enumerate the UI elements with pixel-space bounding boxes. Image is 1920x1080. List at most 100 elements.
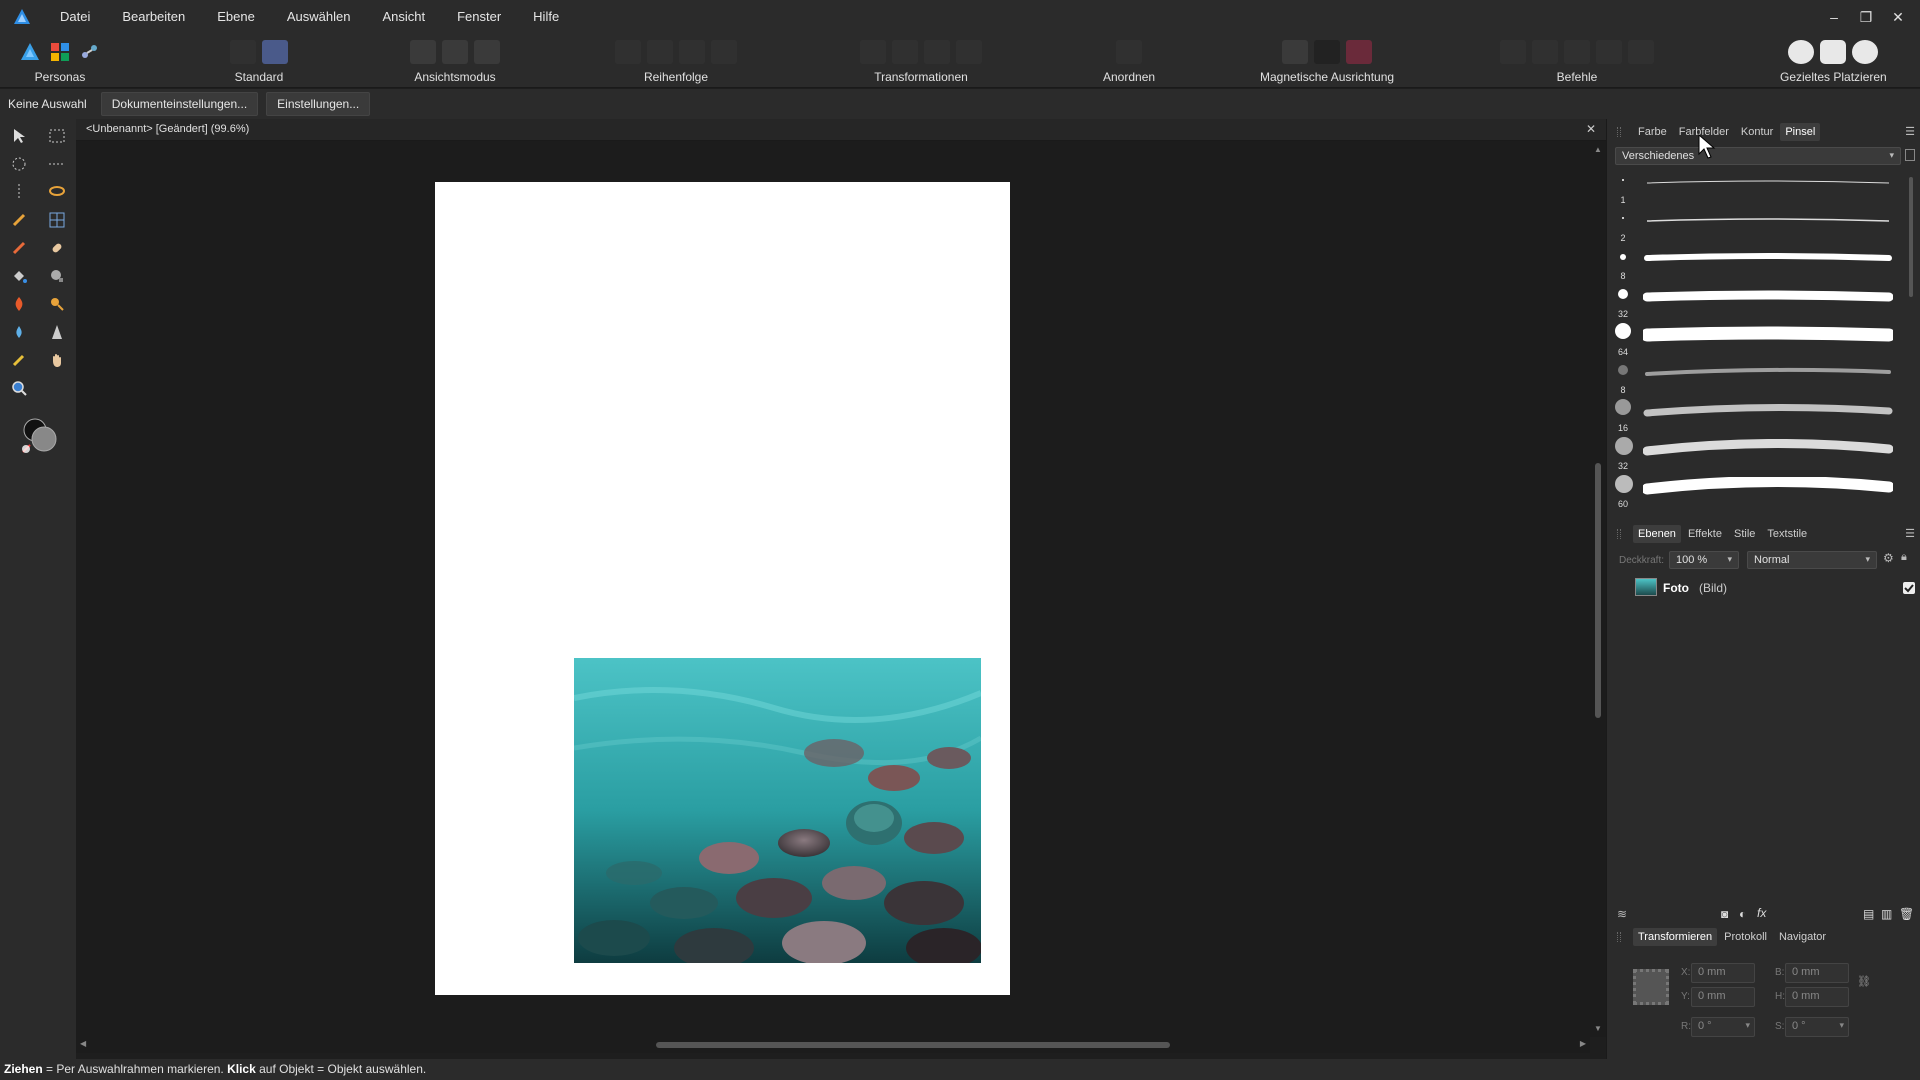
export-persona-icon[interactable] xyxy=(78,40,102,64)
scroll-down-icon[interactable]: ▼ xyxy=(1594,1024,1602,1033)
gear-icon[interactable]: ⚙ xyxy=(1883,551,1894,565)
link-aspect-icon[interactable]: ⛓︎ xyxy=(1857,975,1871,988)
menu-ansicht[interactable]: Ansicht xyxy=(366,0,441,34)
tab-textstile[interactable]: Textstile xyxy=(1762,525,1812,543)
lock-icon[interactable]: 🔒︎ xyxy=(1901,551,1907,564)
column-marquee-icon[interactable] xyxy=(8,181,30,203)
panel-menu-icon[interactable]: ☰ xyxy=(1905,125,1915,138)
fill-bucket-icon[interactable] xyxy=(8,265,30,287)
transform-icon-4[interactable] xyxy=(956,40,982,64)
move-tool-icon[interactable] xyxy=(8,125,30,147)
brush-view-toggle-icon[interactable] xyxy=(1905,149,1915,161)
grid-snap-icon[interactable] xyxy=(1282,40,1309,64)
command-icon-2[interactable] xyxy=(1532,40,1558,64)
tab-effekte[interactable]: Effekte xyxy=(1683,525,1727,543)
vertical-scrollbar[interactable]: ▲ ▼ xyxy=(1590,141,1606,1037)
tab-protokoll[interactable]: Protokoll xyxy=(1719,928,1772,946)
order-icon-2[interactable] xyxy=(647,40,673,64)
panel-grip[interactable] xyxy=(1617,932,1621,942)
brush-item[interactable]: 60 xyxy=(1615,475,1905,517)
tab-stile[interactable]: Stile xyxy=(1729,525,1760,543)
ellipse-marquee-icon[interactable] xyxy=(8,153,30,175)
photo-persona-icon[interactable] xyxy=(18,40,42,64)
zoom-tool-icon[interactable] xyxy=(8,377,30,399)
x-field[interactable]: 0 mm xyxy=(1691,963,1755,983)
color-picker-icon[interactable] xyxy=(8,349,30,371)
duplicate-layer-icon[interactable]: ▥ xyxy=(1881,907,1892,921)
panel-grip[interactable] xyxy=(1617,529,1621,539)
burn-icon[interactable] xyxy=(8,293,30,315)
brush-category-select[interactable]: Verschiedenes ▾ xyxy=(1615,147,1901,165)
brush-item[interactable]: 32 xyxy=(1615,437,1905,479)
tab-pinsel[interactable]: Pinsel xyxy=(1780,123,1821,141)
place-icon-3[interactable] xyxy=(1852,40,1879,64)
blur-icon[interactable] xyxy=(8,321,30,343)
panel-menu-icon[interactable]: ☰ xyxy=(1905,527,1915,540)
brush-item[interactable]: 32 xyxy=(1615,289,1905,327)
selection-brush-icon[interactable] xyxy=(8,209,30,231)
menu-ebene[interactable]: Ebene xyxy=(201,0,271,34)
adjustment-icon[interactable]: ◐ xyxy=(1739,907,1746,921)
shear-field[interactable]: 0 ° ▾ xyxy=(1785,1017,1849,1037)
brush-item[interactable]: 16 xyxy=(1615,399,1905,441)
layer-row[interactable]: Foto (Bild) xyxy=(1607,575,1920,601)
command-icon-3[interactable] xyxy=(1564,40,1590,64)
pixel-persona-icon[interactable] xyxy=(48,40,72,64)
blend-mode-select[interactable]: Normal ▾ xyxy=(1747,551,1877,569)
trash-icon[interactable]: 🗑︎ xyxy=(1899,907,1914,921)
tab-farbe[interactable]: Farbe xyxy=(1633,123,1672,141)
document-tab[interactable]: <Unbenannt> [Geändert] (99.6%) ✕ xyxy=(76,119,1606,141)
order-icon-3[interactable] xyxy=(679,40,705,64)
height-field[interactable]: 0 mm xyxy=(1785,987,1849,1007)
standard-icon-1[interactable] xyxy=(230,40,256,64)
scroll-right-icon[interactable]: ▶ xyxy=(1580,1039,1586,1048)
tab-ebenen[interactable]: Ebenen xyxy=(1633,525,1681,543)
brush-item[interactable]: 8 xyxy=(1615,251,1905,289)
mesh-warp-icon[interactable] xyxy=(46,209,68,231)
photo-image[interactable] xyxy=(574,658,981,963)
command-icon-4[interactable] xyxy=(1596,40,1622,64)
vertical-scroll-thumb[interactable] xyxy=(1595,463,1601,718)
arrange-icon[interactable] xyxy=(1116,40,1143,64)
tab-navigator[interactable]: Navigator xyxy=(1774,928,1831,946)
close-document-icon[interactable]: ✕ xyxy=(1586,122,1596,136)
view-mode-icon-1[interactable] xyxy=(410,40,436,64)
menu-hilfe[interactable]: Hilfe xyxy=(517,0,575,34)
close-window-button[interactable]: ✕ xyxy=(1882,9,1914,26)
restore-button[interactable]: ❐ xyxy=(1850,9,1882,26)
dodge-icon[interactable] xyxy=(46,293,68,315)
menu-datei[interactable]: Datei xyxy=(44,0,106,34)
transform-icon-3[interactable] xyxy=(924,40,950,64)
mask-icon[interactable]: ◙ xyxy=(1721,907,1728,921)
menu-bearbeiten[interactable]: Bearbeiten xyxy=(106,0,201,34)
view-mode-icon-3[interactable] xyxy=(474,40,500,64)
view-mode-icon-2[interactable] xyxy=(442,40,468,64)
horizontal-scrollbar[interactable]: ◀ ▶ xyxy=(76,1037,1590,1053)
width-field[interactable]: 0 mm xyxy=(1785,963,1849,983)
tab-kontur[interactable]: Kontur xyxy=(1736,123,1778,141)
settings-button[interactable]: Einstellungen... xyxy=(266,92,371,116)
color-swatch-widget[interactable] xyxy=(20,415,60,455)
hand-tool-icon[interactable] xyxy=(46,349,68,371)
layers-stack-icon[interactable]: ≋ xyxy=(1617,907,1627,921)
transform-icon-2[interactable] xyxy=(892,40,918,64)
command-icon-5[interactable] xyxy=(1628,40,1654,64)
rect-marquee-icon[interactable] xyxy=(46,125,68,147)
y-field[interactable]: 0 mm xyxy=(1691,987,1755,1007)
standard-icon-2[interactable] xyxy=(262,40,288,64)
panel-grip[interactable] xyxy=(1617,127,1621,137)
clone-icon[interactable] xyxy=(46,265,68,287)
rotation-field[interactable]: 0 ° ▾ xyxy=(1691,1017,1755,1037)
menu-fenster[interactable]: Fenster xyxy=(441,0,517,34)
order-icon-1[interactable] xyxy=(615,40,641,64)
anchor-point-icon[interactable] xyxy=(1633,969,1669,1005)
place-icon-2[interactable] xyxy=(1820,40,1847,64)
brush-list-scroll-thumb[interactable] xyxy=(1909,177,1913,297)
add-layer-icon[interactable]: ▤ xyxy=(1863,907,1874,921)
tab-transformieren[interactable]: Transformieren xyxy=(1633,928,1718,946)
magnet-icon[interactable] xyxy=(1346,40,1373,64)
layer-visibility-checkbox[interactable] xyxy=(1903,582,1915,594)
transform-icon-1[interactable] xyxy=(860,40,886,64)
command-icon-1[interactable] xyxy=(1500,40,1526,64)
horizontal-scroll-thumb[interactable] xyxy=(656,1042,1170,1048)
